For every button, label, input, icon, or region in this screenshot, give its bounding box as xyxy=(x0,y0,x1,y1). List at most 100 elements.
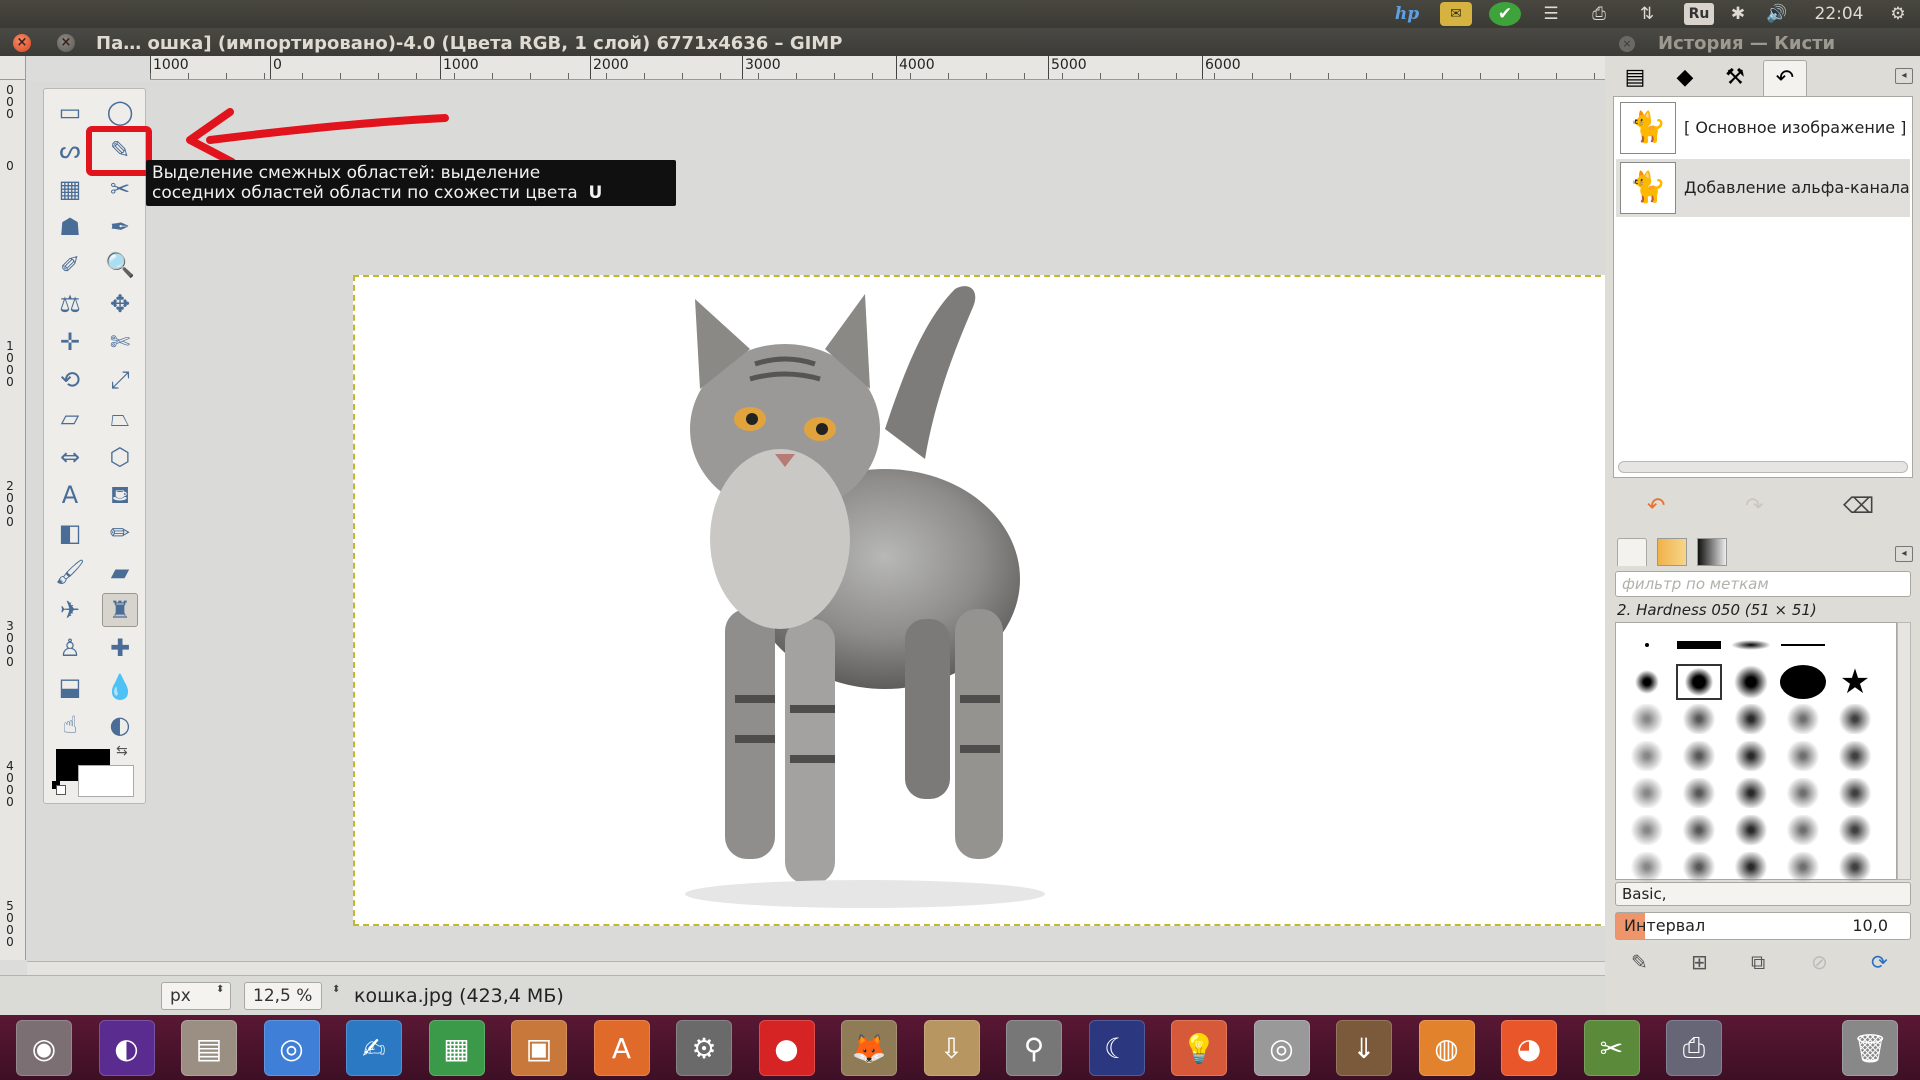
firefox-icon[interactable]: ◕ xyxy=(1501,1020,1557,1076)
perspective-icon[interactable]: ⏢ xyxy=(102,401,138,435)
dodge-burn-icon[interactable]: ◐ xyxy=(102,708,138,742)
dock-close-button[interactable]: × xyxy=(1619,36,1635,52)
scale-icon[interactable]: ⤢ xyxy=(102,363,138,397)
align-icon[interactable]: ✛ xyxy=(52,325,88,359)
move-icon[interactable]: ✥ xyxy=(102,287,138,321)
clock[interactable]: 22:04 xyxy=(1804,2,1874,26)
brush-item[interactable] xyxy=(1728,701,1774,737)
background-color-swatch[interactable] xyxy=(78,765,134,797)
brush-item[interactable] xyxy=(1676,849,1722,885)
tab-brushes[interactable] xyxy=(1617,538,1647,566)
tab-undo-history[interactable]: ↶ xyxy=(1763,60,1807,96)
tab-patterns[interactable] xyxy=(1657,538,1687,566)
network-icon[interactable]: ⇅ xyxy=(1634,2,1660,26)
ellipse-select-icon[interactable]: ◯ xyxy=(102,95,138,129)
ink-icon[interactable]: ♜ xyxy=(102,592,138,627)
brush-item[interactable] xyxy=(1624,849,1670,885)
stellarium-icon[interactable]: ☾ xyxy=(1088,1020,1145,1076)
brush-item[interactable] xyxy=(1728,627,1774,663)
zoom-icon[interactable]: 🔍 xyxy=(102,248,138,282)
brush-item[interactable] xyxy=(1728,812,1774,848)
tab-layers[interactable]: ▤ xyxy=(1613,60,1657,96)
gradient-icon[interactable]: ◧ xyxy=(52,516,88,550)
calc-icon[interactable]: ▦ xyxy=(428,1020,485,1076)
volume-icon[interactable]: 🔊 xyxy=(1760,2,1794,26)
paintbrush-icon[interactable]: 🖌 xyxy=(52,555,88,589)
pencil-icon[interactable]: ✏ xyxy=(102,516,138,550)
screenshot-icon[interactable]: ✂ xyxy=(1583,1020,1640,1076)
brush-item[interactable] xyxy=(1728,849,1774,885)
archive-icon[interactable]: ⇩ xyxy=(923,1020,980,1076)
text-icon[interactable]: A xyxy=(52,478,88,512)
duplicate-brush-icon[interactable]: ⧉ xyxy=(1751,950,1765,974)
swap-colors-icon[interactable]: ⇆ xyxy=(116,743,128,759)
foreground-select-icon[interactable]: ☗ xyxy=(52,210,88,244)
system-settings-icon[interactable]: ⚙ xyxy=(676,1020,732,1076)
brush-item[interactable] xyxy=(1624,775,1670,811)
brush-item[interactable] xyxy=(1780,664,1826,700)
scissors-select-icon[interactable]: ✂ xyxy=(102,172,138,206)
brush-item[interactable] xyxy=(1676,627,1722,663)
brush-item[interactable] xyxy=(1780,812,1826,848)
bucket-fill-icon[interactable]: ⛾ xyxy=(102,478,138,512)
color-picker-icon[interactable]: ✐ xyxy=(52,248,88,282)
idea-icon[interactable]: 💡 xyxy=(1171,1020,1227,1076)
canvas-area[interactable] xyxy=(27,81,1621,961)
brush-item[interactable] xyxy=(1624,738,1670,774)
brush-item[interactable] xyxy=(1676,738,1722,774)
brush-scrollbar[interactable] xyxy=(1897,622,1911,880)
blender-icon[interactable]: ◍ xyxy=(1418,1020,1475,1076)
writer-icon[interactable]: ✍ xyxy=(346,1020,402,1076)
disc-icon[interactable]: ◎ xyxy=(1253,1020,1310,1076)
image-canvas[interactable] xyxy=(353,275,1621,926)
brush-item[interactable] xyxy=(1624,701,1670,737)
scanner-icon[interactable]: ⎙ xyxy=(1666,1020,1722,1076)
brush-grid[interactable]: ★ xyxy=(1615,622,1897,882)
brush-item[interactable] xyxy=(1780,701,1826,737)
brush-tag-filter[interactable]: фильтр по меткам xyxy=(1615,571,1911,597)
redo-icon[interactable]: ↷ xyxy=(1745,496,1763,518)
brush-item[interactable] xyxy=(1832,775,1878,811)
brush-item[interactable] xyxy=(1676,812,1722,848)
edit-brush-icon[interactable]: ✎ xyxy=(1631,950,1648,974)
brush-item[interactable]: ★ xyxy=(1832,664,1878,700)
free-select-icon[interactable]: ᔕ xyxy=(52,133,88,167)
brush-item[interactable] xyxy=(1832,812,1878,848)
smudge-icon[interactable]: ☝ xyxy=(52,708,88,742)
chrome-icon[interactable]: ◎ xyxy=(263,1020,320,1076)
brush-item[interactable] xyxy=(1780,849,1826,885)
brush-item[interactable] xyxy=(1780,775,1826,811)
unit-spin-icon[interactable]: ⬍ xyxy=(216,984,224,995)
refresh-brushes-icon[interactable]: ⟳ xyxy=(1871,950,1888,974)
flip-icon[interactable]: ⇔ xyxy=(52,440,88,474)
brush-item[interactable] xyxy=(1728,775,1774,811)
bluetooth-icon[interactable]: ✱ xyxy=(1726,2,1750,26)
brush-item[interactable] xyxy=(1832,627,1878,663)
clone-icon[interactable]: ♙ xyxy=(52,631,88,665)
undo-icon[interactable]: ↶ xyxy=(1647,496,1665,518)
zoom-spin-icon[interactable]: ⬍ xyxy=(332,984,340,995)
software-center-icon[interactable]: A xyxy=(593,1020,650,1076)
brush-item[interactable] xyxy=(1676,664,1722,700)
tab-gradients[interactable] xyxy=(1697,538,1727,566)
perspective-clone-icon[interactable]: ⬓ xyxy=(52,670,88,704)
paths-icon[interactable]: ✒ xyxy=(102,210,138,244)
session-gear-icon[interactable]: ⚙ xyxy=(1884,2,1912,26)
brush-item[interactable] xyxy=(1832,849,1878,885)
crop-icon[interactable]: ✄ xyxy=(102,325,138,359)
recorder-icon[interactable]: ● xyxy=(758,1020,815,1076)
eraser-icon[interactable]: ▰ xyxy=(102,555,138,589)
clear-history-icon[interactable]: ⌫ xyxy=(1843,496,1874,518)
brush-item[interactable] xyxy=(1832,738,1878,774)
window-minimize-button[interactable]: × xyxy=(57,34,75,52)
blur-icon[interactable]: 💧 xyxy=(102,670,138,704)
ubuntu-dash-icon[interactable]: ◉ xyxy=(16,1020,72,1076)
dock-menu-button[interactable]: ◂ xyxy=(1895,68,1913,84)
brush-set-select[interactable]: Basic, xyxy=(1615,882,1911,906)
history-item[interactable]: 🐈 [ Основное изображение ] xyxy=(1616,99,1910,157)
brush-item[interactable] xyxy=(1728,738,1774,774)
trash-icon[interactable]: 🗑 xyxy=(1842,1020,1898,1076)
keyboard-layout-indicator[interactable]: Ru xyxy=(1684,3,1714,25)
brush-item[interactable] xyxy=(1676,775,1722,811)
brush-dock-menu-button[interactable]: ◂ xyxy=(1895,546,1913,562)
